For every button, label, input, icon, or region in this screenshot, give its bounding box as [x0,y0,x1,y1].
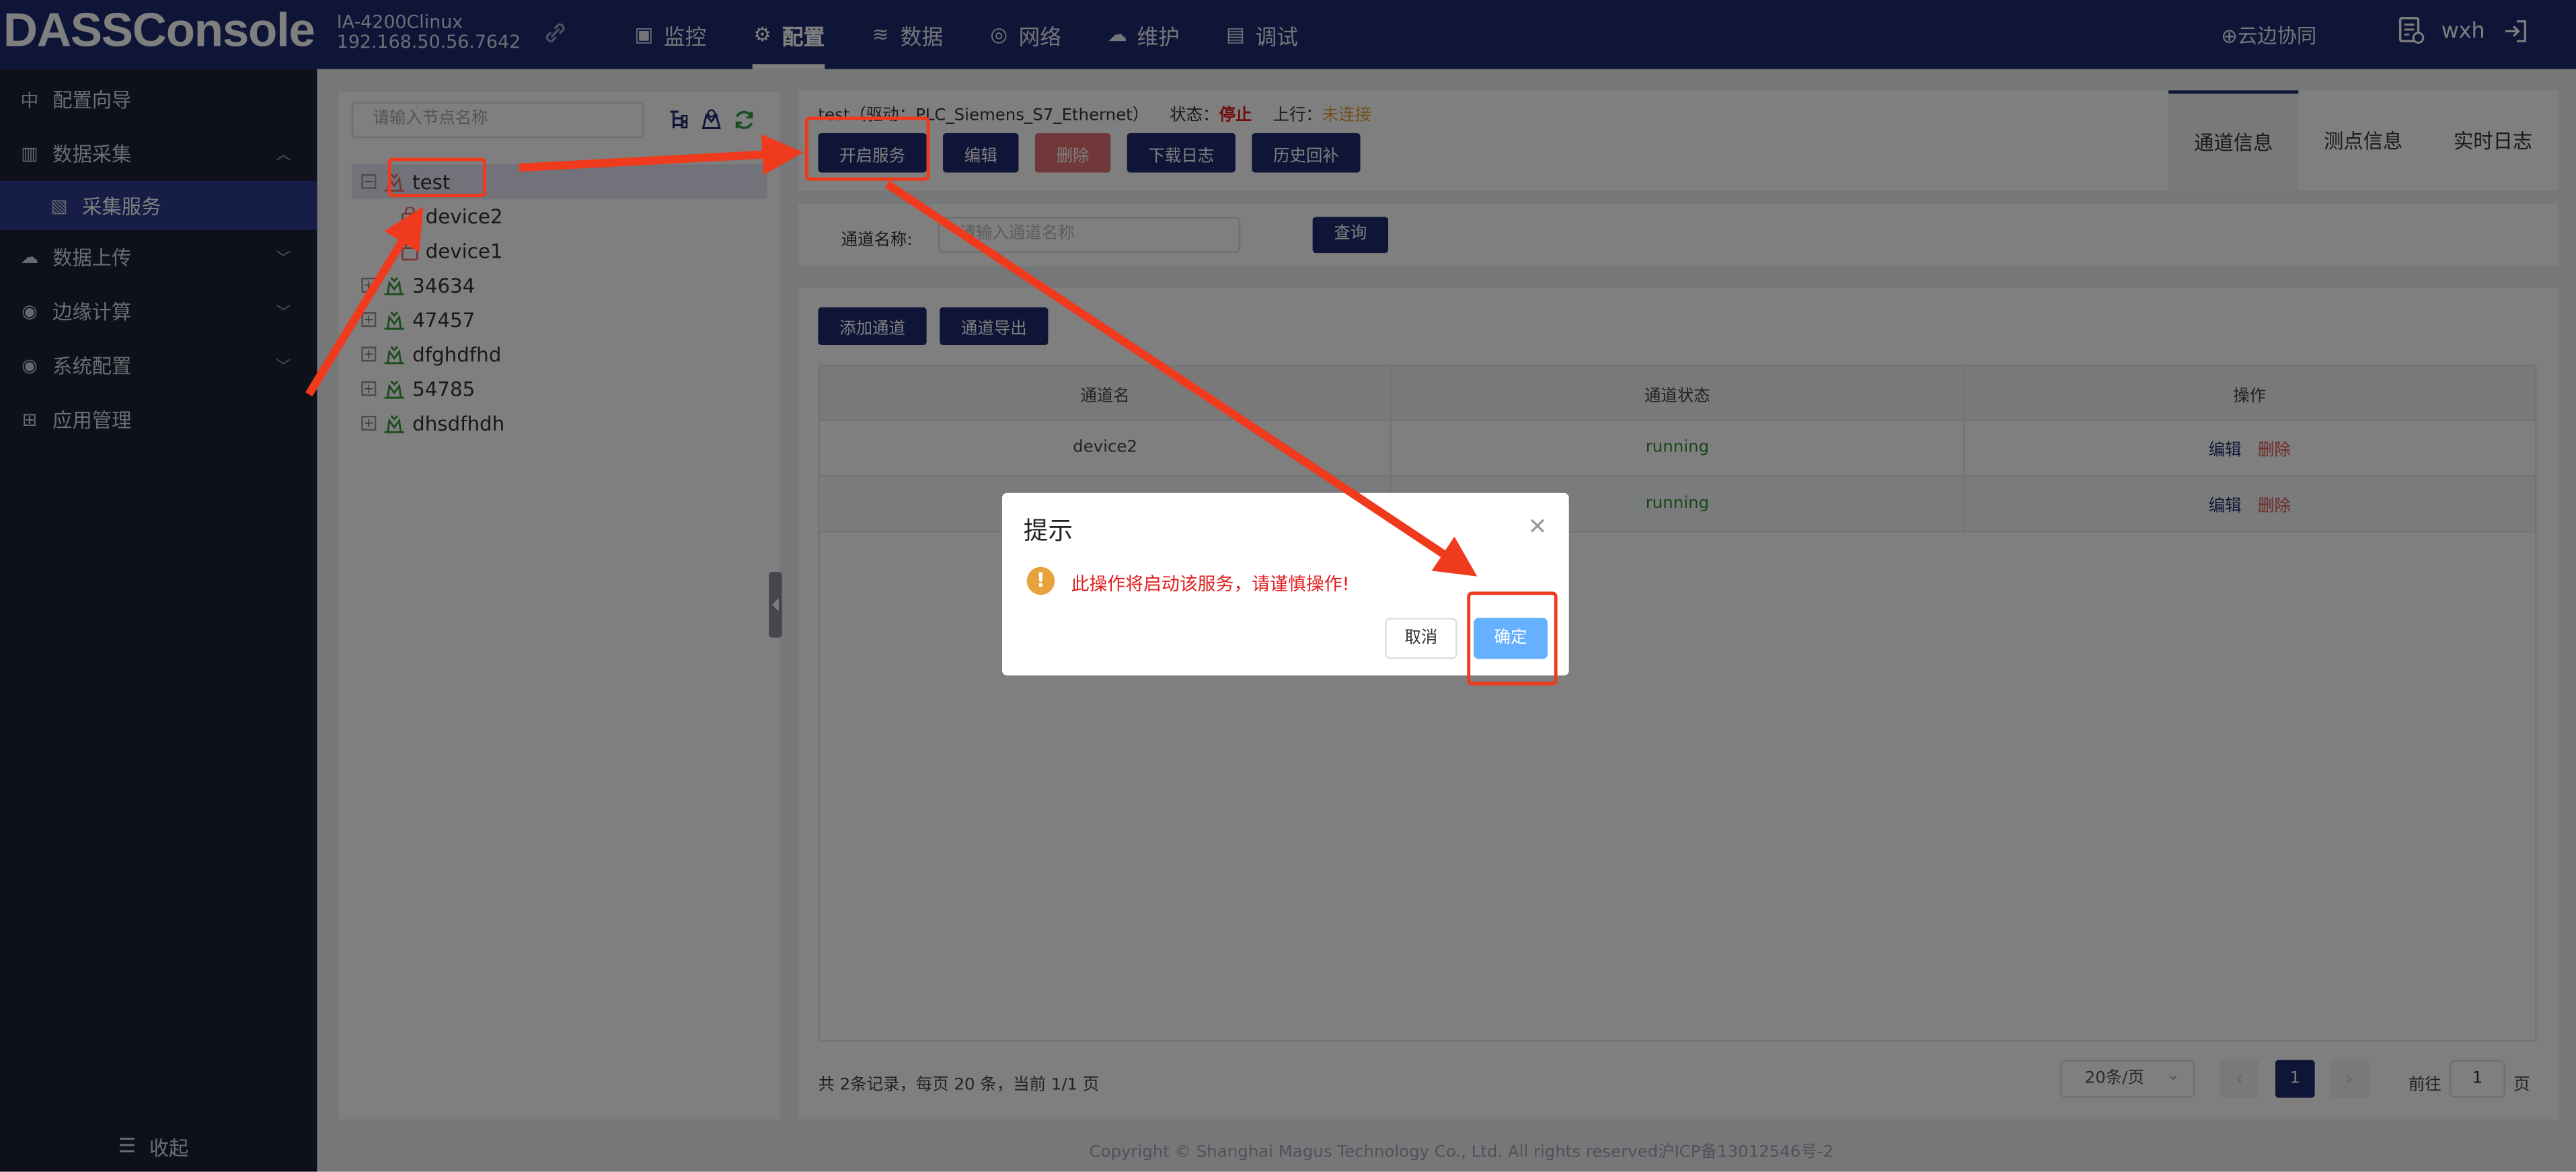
warning-icon: ! [1026,566,1055,595]
close-icon[interactable]: ✕ [1528,515,1548,541]
cancel-button[interactable]: 取消 [1385,618,1457,659]
app-root: DASSConsole IA-4200Clinux 192.168.50.56.… [0,0,2576,1172]
annotation-box-start-button [804,116,930,181]
dialog-title: 提示 [1023,515,1073,546]
annotation-box-confirm-button [1467,591,1558,686]
annotation-box-test-node [387,157,487,198]
dialog-message: 此操作将启动该服务，请谨慎操作! [1071,573,1350,595]
